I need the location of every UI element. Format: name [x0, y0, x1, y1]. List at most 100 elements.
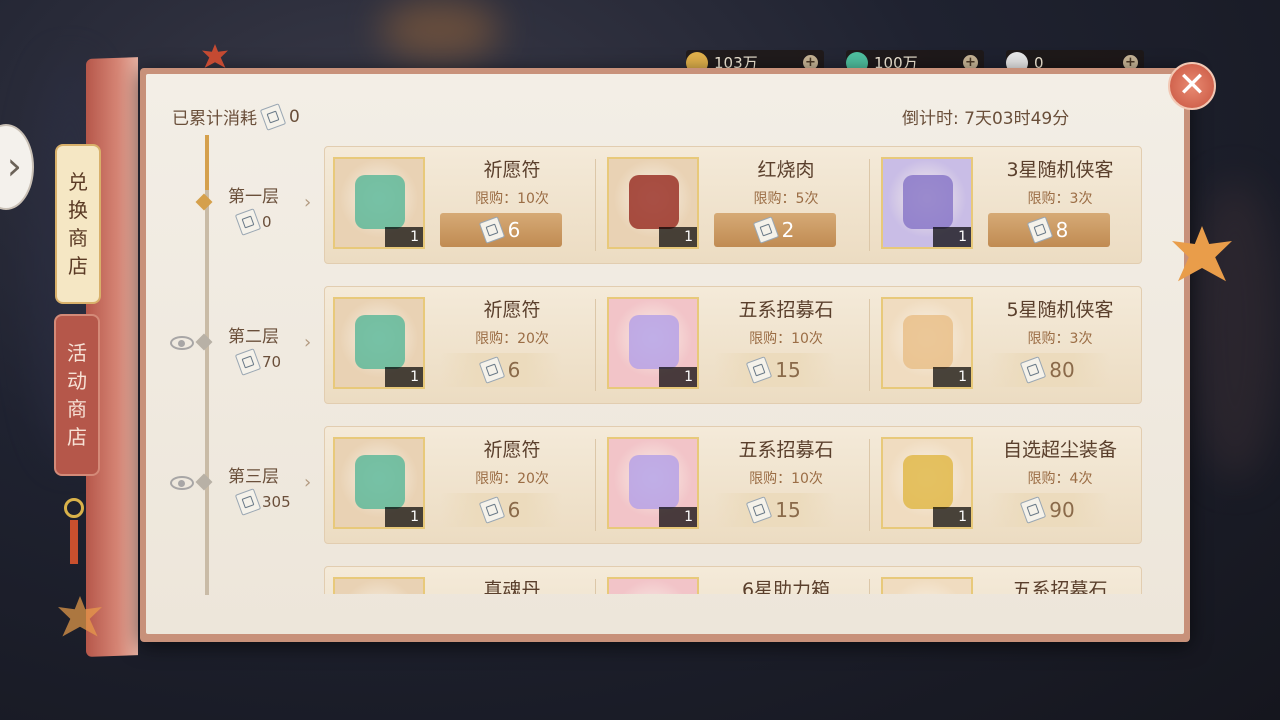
item-quantity: 1: [933, 227, 971, 247]
item-quantity: 1: [385, 367, 423, 387]
item-divider: [595, 299, 596, 391]
item-price: 6: [507, 498, 521, 522]
item-price: 6: [507, 218, 521, 242]
preview-eye-icon[interactable]: [170, 476, 194, 490]
item-art: [903, 175, 953, 229]
item-price: 80: [1049, 358, 1075, 382]
shop-item[interactable]: 1 五系招募石限购：10次 15: [599, 295, 869, 395]
shop-item[interactable]: 1 红烧肉限购：5次 2: [599, 155, 869, 255]
ticket-icon: [746, 496, 773, 524]
tier-cost: 0: [228, 208, 318, 236]
shop-list[interactable]: 第一层 0 › 1 祈愿符 限购：10次 6 1 红烧肉 限购：5次 2 1 3星随机侠客 限购：3次 8 第…: [0, 138, 1180, 594]
wish-talisman-icon[interactable]: 1: [333, 437, 425, 529]
maple-leaf-decoration: [202, 44, 228, 68]
item-name: 红烧肉: [757, 159, 815, 181]
item-limit: 限购：10次: [749, 331, 823, 347]
item-divider: [595, 579, 596, 594]
item-quantity: 1: [659, 367, 697, 387]
buy-button[interactable]: 6: [440, 493, 562, 527]
tier-row: 1 祈愿符限购：20次 6 1 五系招募石限购：10次 15 1 自选超尘装备 限购：4次 90: [324, 426, 1142, 544]
tier-node: [195, 473, 213, 491]
preview-eye-icon[interactable]: [170, 336, 194, 350]
shop-item[interactable]: 1 祈愿符限购：20次 6: [325, 435, 595, 535]
purple-mystery-bag-icon[interactable]: 1: [881, 157, 973, 249]
consumed-summary: 已累计消耗 0: [172, 102, 300, 131]
item-price: 2: [781, 218, 795, 242]
close-button[interactable]: ✕: [1168, 62, 1216, 110]
tier-node: [195, 333, 213, 351]
wish-talisman-icon[interactable]: 1: [333, 157, 425, 249]
item-name: 五系招募石: [738, 439, 834, 461]
gold-chest-icon[interactable]: 1: [881, 437, 973, 529]
ticket-icon: [234, 208, 262, 236]
ticket-icon: [746, 356, 773, 384]
item-divider: [595, 159, 596, 251]
item-divider: [595, 439, 596, 531]
item-limit: 限购：10次: [749, 471, 823, 487]
tier-cost-value: 305: [262, 493, 291, 511]
boost-box-icon[interactable]: [607, 577, 699, 594]
shop-item[interactable]: 1 3星随机侠客 限购：3次 8: [873, 155, 1143, 255]
shop-item[interactable]: 1 五系招募石限购：10次 15: [599, 435, 869, 535]
countdown-text: 倒计时: 7天03时49分: [902, 109, 1070, 129]
tier-node: [195, 193, 213, 211]
recruit-crystal-icon[interactable]: [881, 577, 973, 594]
shop-item[interactable]: 6星助力箱: [599, 575, 869, 594]
gold-mystery-bag-icon[interactable]: 1: [881, 297, 973, 389]
item-price: 8: [1055, 218, 1069, 242]
buy-button[interactable]: 8: [988, 213, 1110, 247]
tier-cost-value: 70: [262, 353, 282, 371]
item-price: 15: [775, 498, 801, 522]
item-quantity: 1: [659, 227, 697, 247]
chevron-right-icon: ›: [304, 192, 312, 213]
item-limit: 限购：20次: [475, 331, 549, 347]
item-art: [355, 175, 405, 229]
recruit-crystal-icon[interactable]: 1: [607, 437, 699, 529]
item-name: 祈愿符: [483, 439, 541, 461]
item-limit: 限购：10次: [475, 191, 549, 207]
shop-item[interactable]: 1 5星随机侠客 限购：3次 80: [873, 295, 1143, 395]
item-art: [629, 175, 679, 229]
chevron-right-icon: ›: [304, 332, 312, 353]
item-limit: 限购：5次: [753, 191, 819, 207]
buy-button[interactable]: 15: [714, 353, 836, 387]
item-limit: 限购：20次: [475, 471, 549, 487]
shop-item[interactable]: 1 祈愿符 限购：20次 6: [325, 295, 595, 395]
buy-button[interactable]: 15: [714, 493, 836, 527]
braised-pork-icon[interactable]: 1: [607, 157, 699, 249]
buy-button[interactable]: 2: [714, 213, 836, 247]
item-quantity: 1: [933, 507, 971, 527]
shop-item[interactable]: 1 祈愿符 限购：10次 6: [325, 155, 595, 255]
item-art: [629, 315, 679, 369]
item-art: [629, 455, 679, 509]
soul-pill-icon[interactable]: [333, 577, 425, 594]
ticket-icon: [1020, 496, 1047, 524]
shop-item[interactable]: 五系招募石: [873, 575, 1143, 594]
item-divider: [869, 159, 870, 251]
item-divider: [869, 299, 870, 391]
item-quantity: 1: [385, 227, 423, 247]
recruit-crystal-icon[interactable]: 1: [607, 297, 699, 389]
item-art: [355, 315, 405, 369]
buy-button[interactable]: 90: [988, 493, 1110, 527]
item-name: 5星随机侠客: [1006, 299, 1114, 321]
ticket-icon: [478, 356, 505, 384]
item-price: 6: [507, 358, 521, 382]
item-name: 真魂丹: [483, 579, 541, 594]
consumed-label: 已累计消耗: [172, 109, 257, 129]
item-art: [355, 455, 405, 509]
buy-button[interactable]: 6: [440, 213, 562, 247]
item-name: 五系招募石: [738, 299, 834, 321]
background-glow: [1190, 180, 1280, 480]
shop-item[interactable]: 1 自选超尘装备 限购：4次 90: [873, 435, 1143, 535]
tier-cost: 305: [228, 488, 318, 516]
ticket-icon: [234, 348, 262, 376]
item-name: 3星随机侠客: [1006, 159, 1114, 181]
buy-button[interactable]: 80: [988, 353, 1110, 387]
chevron-right-icon: ›: [304, 472, 312, 493]
buy-button[interactable]: 6: [440, 353, 562, 387]
ticket-icon: [259, 102, 287, 131]
shop-item[interactable]: 真魂丹: [325, 575, 595, 594]
consumed-value: 0: [289, 106, 300, 127]
wish-talisman-icon[interactable]: 1: [333, 297, 425, 389]
